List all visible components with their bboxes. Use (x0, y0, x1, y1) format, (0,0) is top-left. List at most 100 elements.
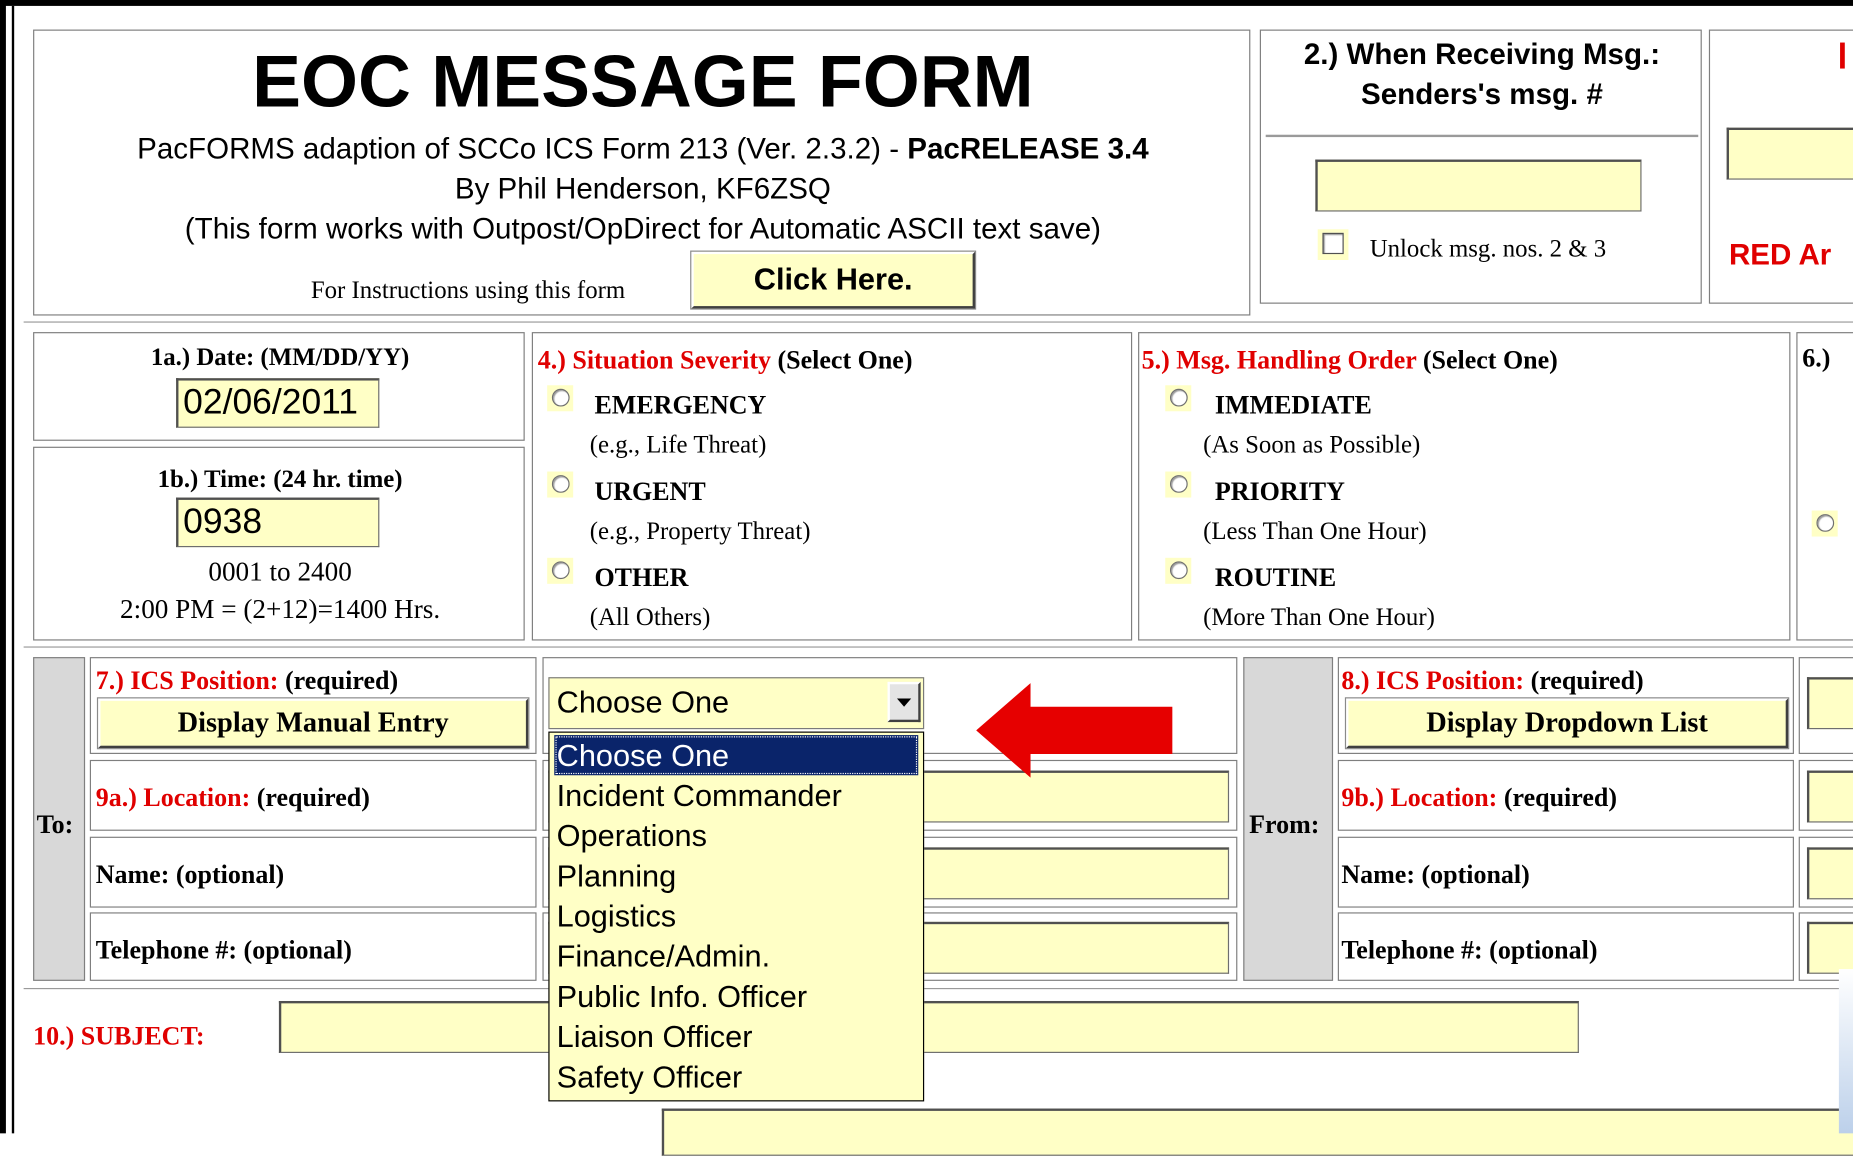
severity-emergency-radio[interactable] (547, 385, 573, 411)
time-block: 1b.) Time: (24 hr. time) 0938 0001 to 24… (33, 447, 525, 641)
inner-frame-left (12, 6, 14, 1133)
severity-heading: 4.) Situation Severity (Select One) (538, 345, 913, 376)
handling-select-one: (Select One) (1416, 345, 1558, 375)
dropdown-option[interactable]: Logistics (554, 896, 918, 936)
from-telephone-label-cell: Telephone #: (optional) (1338, 912, 1794, 981)
display-dropdown-list-button[interactable]: Display Dropdown List (1346, 698, 1788, 748)
subject-label: 10.) SUBJECT: (33, 1021, 204, 1052)
message-body-input[interactable] (662, 1109, 1853, 1156)
unlock-label: Unlock msg. nos. 2 & 3 (1370, 234, 1606, 264)
handling-routine-radio[interactable] (1165, 558, 1191, 584)
from-location-input[interactable] (1807, 771, 1853, 823)
handling-routine-label: ROUTINE (1215, 563, 1336, 594)
section-separator-3 (24, 988, 1853, 989)
time-label: 1b.) Time: (24 hr. time) (34, 464, 526, 494)
adaption-line: PacFORMS adaption of SCCo ICS Form 213 (… (34, 132, 1251, 166)
handling-priority-radio[interactable] (1165, 472, 1191, 498)
position-dropdown-list[interactable]: Choose One Incident Commander Operations… (548, 732, 924, 1102)
section-separator-1 (24, 321, 1853, 322)
click-here-button[interactable]: Click Here. (691, 252, 975, 309)
form-title: EOC MESSAGE FORM (34, 40, 1251, 124)
receiving-title-1: 2.) When Receiving Msg.: (1261, 38, 1703, 72)
severity-emergency-hint: (e.g., Life Threat) (590, 430, 767, 460)
section-separator-2 (24, 646, 1853, 647)
outer-frame-left (0, 0, 6, 1133)
time-value: 0938 (183, 502, 262, 541)
outer-frame-top (0, 0, 1853, 6)
dropdown-option[interactable]: Public Info. Officer (554, 976, 918, 1016)
from-name-label: Name: (optional) (1341, 859, 1529, 890)
right-edge-block: RED Ar (1709, 30, 1853, 304)
severity-label: 4.) Situation Severity (538, 345, 771, 375)
right-edge-red-mark (1840, 43, 1845, 69)
unlock-checkbox[interactable] (1318, 229, 1349, 260)
to-location-label: 9a.) Location: (required) (96, 782, 370, 813)
outpost-note: (This form works with Outpost/OpDirect f… (34, 213, 1251, 247)
severity-urgent-label: URGENT (594, 476, 705, 507)
dropdown-option[interactable]: Operations (554, 815, 918, 855)
date-value: 02/06/2011 (183, 383, 358, 422)
to-name-label-cell: Name: (optional) (90, 837, 537, 908)
from-name-label-cell: Name: (optional) (1338, 837, 1794, 908)
red-areas-note: RED Ar (1729, 239, 1831, 273)
from-telephone-input[interactable] (1807, 922, 1853, 974)
chevron-down-glyph (897, 698, 911, 706)
date-label: 1a.) Date: (MM/DD/YY) (34, 343, 526, 373)
to-position-select[interactable]: Choose One (548, 677, 924, 729)
severity-other-label: OTHER (594, 563, 688, 594)
from-name-input[interactable] (1807, 847, 1853, 899)
handling-immediate-label: IMMEDIATE (1215, 390, 1372, 421)
sender-msg-number-input[interactable] (1315, 160, 1641, 212)
severity-urgent-radio[interactable] (547, 472, 573, 498)
chevron-down-icon[interactable] (888, 682, 921, 722)
handling-immediate-radio[interactable] (1165, 385, 1191, 411)
to-position-label-cell: 7.) ICS Position: (required) Display Man… (90, 657, 537, 754)
subject-input[interactable] (279, 1001, 1579, 1053)
severity-select-one: (Select One) (771, 345, 913, 375)
dropdown-option[interactable]: Choose One (554, 735, 918, 775)
instructions-label: For Instructions using this form (311, 275, 625, 305)
from-position-input[interactable] (1807, 677, 1853, 729)
to-label: To: (37, 810, 74, 841)
handling-block: 5.) Msg. Handling Order (Select One) IMM… (1138, 332, 1790, 640)
time-input[interactable]: 0938 (176, 498, 379, 548)
from-side-cell: From: (1243, 657, 1333, 981)
handling-label: 5.) Msg. Handling Order (1142, 345, 1417, 375)
dropdown-option[interactable]: Incident Commander (554, 775, 918, 815)
display-manual-entry-button[interactable]: Display Manual Entry (98, 698, 528, 748)
handling-immediate-hint: (As Soon as Possible) (1203, 430, 1420, 460)
severity-other-radio[interactable] (547, 558, 573, 584)
dropdown-option[interactable]: Safety Officer (554, 1057, 918, 1097)
right-edge-input[interactable] (1727, 128, 1853, 180)
date-input[interactable]: 02/06/2011 (176, 378, 379, 428)
section6-radio[interactable] (1812, 511, 1838, 537)
dropdown-option[interactable]: Planning (554, 856, 918, 896)
severity-urgent-hint: (e.g., Property Threat) (590, 516, 811, 546)
to-position-select-value: Choose One (557, 684, 730, 719)
release-text: PacRELEASE 3.4 (907, 132, 1148, 165)
from-location-label: 9b.) Location: (required) (1341, 782, 1617, 813)
severity-emergency-label: EMERGENCY (594, 390, 766, 421)
to-location-label-cell: 9a.) Location: (required) (90, 760, 537, 831)
red-arrow-annotation-icon (976, 681, 1177, 780)
dropdown-option[interactable]: Liaison Officer (554, 1016, 918, 1056)
from-label: From: (1249, 810, 1319, 841)
time-range-hint: 0001 to 2400 (34, 557, 526, 588)
author-line: By Phil Henderson, KF6ZSQ (34, 173, 1251, 207)
severity-block: 4.) Situation Severity (Select One) EMER… (532, 332, 1132, 640)
date-block: 1a.) Date: (MM/DD/YY) 02/06/2011 (33, 332, 525, 441)
from-name-input-cell (1799, 837, 1853, 908)
section6-label: 6.) (1802, 343, 1830, 374)
dropdown-option[interactable]: Finance/Admin. (554, 936, 918, 976)
from-position-label: 8.) ICS Position: (required) (1341, 665, 1643, 696)
handling-priority-hint: (Less Than One Hour) (1203, 516, 1427, 546)
right-window-edge (1839, 969, 1853, 1133)
eoc-message-form: EOC MESSAGE FORM PacFORMS adaption of SC… (0, 0, 1853, 1133)
header-title-block: EOC MESSAGE FORM PacFORMS adaption of SC… (33, 30, 1250, 316)
to-name-label: Name: (optional) (96, 859, 284, 890)
section6-block: 6.) (1796, 332, 1853, 640)
from-position-label-cell: 8.) ICS Position: (required) Display Dro… (1338, 657, 1794, 754)
receiving-title-2: Senders's msg. # (1261, 78, 1703, 112)
to-telephone-label-cell: Telephone #: (optional) (90, 912, 537, 981)
receiving-divider (1266, 135, 1699, 137)
